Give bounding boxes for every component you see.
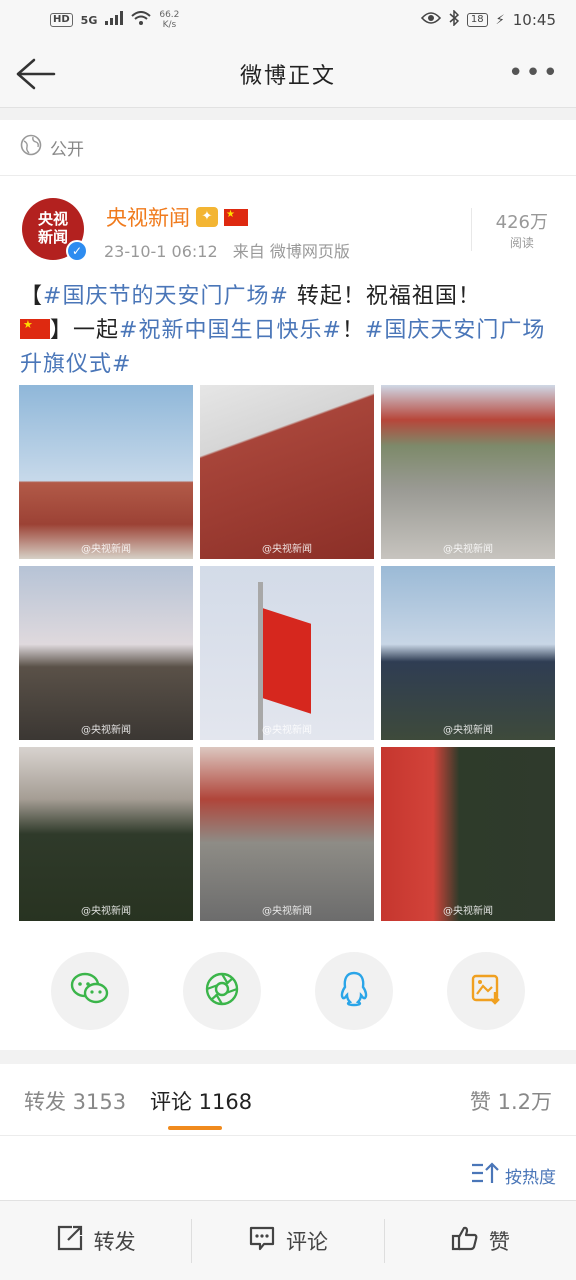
more-options-icon[interactable]: ••• [508,58,560,88]
post-image-5[interactable]: @央视新闻 [200,566,374,740]
repost-button[interactable]: 转发 [0,1219,191,1263]
share-moments-button[interactable] [183,952,261,1030]
tab-like[interactable]: 赞 1.2万 [470,1086,552,1116]
post-text: 【#国庆节的天安门广场# 转起！祝福祖国！】一起#祝新中国生日快乐#！#国庆天安… [20,280,552,382]
globe-icon [20,134,42,161]
clock: 10:45 [512,11,556,29]
share-row [0,952,576,1030]
repost-label: 转发 [93,1229,136,1254]
repost-icon [56,1224,84,1257]
bluetooth-icon [449,9,459,30]
like-label: 赞 [488,1229,510,1254]
battery-indicator: 18 [466,13,488,27]
back-arrow-icon[interactable] [14,54,58,94]
post-image-6[interactable]: @央视新闻 [381,566,555,740]
post-timestamp: 23-10-1 06:12 [104,242,218,261]
visibility-label: 公开 [50,140,84,160]
bottom-action-bar: 转发 评论 赞 [0,1200,576,1280]
comment-button[interactable]: 评论 [191,1218,383,1263]
title-bar: 微博正文 ••• [0,40,576,108]
active-tab-indicator [168,1126,222,1130]
image-watermark: @央视新闻 [81,906,131,917]
post-image-7[interactable]: @央视新闻 [19,747,193,921]
image-watermark: @央视新闻 [443,906,493,917]
sort-label: 按热度 [505,1168,556,1188]
sort-icon [471,1162,499,1189]
interaction-tabs: 转发 3153 评论 1168 赞 1.2万 [0,1064,576,1136]
image-watermark: @央视新闻 [81,544,131,555]
post-image-4[interactable]: @央视新闻 [19,566,193,740]
moments-icon [204,971,240,1011]
tab-repost[interactable]: 转发 3153 [24,1086,126,1116]
hd-indicator: HD [50,13,73,27]
net-speed: 66.2 K/s [159,10,179,30]
post-image-1[interactable]: @央视新闻 [19,385,193,559]
read-count-value: 426万 [495,212,548,233]
image-watermark: @央视新闻 [443,725,493,736]
image-watermark: @央视新闻 [262,725,312,736]
post-text-part2: ！ [341,318,365,343]
author-name-text: 央视新闻 [106,206,190,230]
image-watermark: @央视新闻 [262,544,312,555]
signal-icon [105,11,124,29]
china-flag-icon [224,208,248,226]
post-source: 来自 微博网页版 [232,242,350,261]
bracket-open: 【 [20,284,44,309]
post-image-9[interactable]: @央视新闻 [381,747,555,921]
visibility-row: 公开 [0,120,576,176]
medal-icon: ✦ [196,207,218,227]
post-text-part1: 转起！祝福祖国！ [288,284,481,309]
image-watermark: @央视新闻 [81,725,131,736]
charging-icon: ⚡ [495,12,505,28]
image-watermark: @央视新闻 [443,544,493,555]
avatar[interactable]: 央视 新闻 ✓ [22,198,88,262]
post-image-2[interactable]: @央视新闻 [200,385,374,559]
topic-link-national-day-tiananmen[interactable]: #国庆节的天安门广场# [43,284,289,309]
comment-icon [248,1224,276,1257]
image-watermark: @央视新闻 [262,906,312,917]
post-meta: 23-10-1 06:12 来自 微博网页版 [104,238,350,262]
read-count-label: 阅读 [509,236,534,250]
section-divider [0,108,576,120]
image-grid: @央视新闻 @央视新闻 @央视新闻 @央视新闻 @央视新闻 @央视新闻 @央视新… [19,385,557,923]
status-bar: HD 5G 66.2 K/s 18 ⚡ 10:45 [0,0,576,40]
net-speed-value: 66.2 [159,10,180,20]
share-wechat-button[interactable] [51,952,129,1030]
topic-link-happy-birthday[interactable]: #祝新中国生日快乐# [119,318,342,343]
thumbs-up-icon [451,1224,479,1257]
save-image-icon [469,972,503,1010]
wechat-icon [70,972,110,1010]
tab-comment[interactable]: 评论 1168 [150,1086,252,1116]
qq-icon [338,970,370,1012]
author-name[interactable]: 央视新闻 ✦ [106,202,248,232]
share-qq-button[interactable] [315,952,393,1030]
eye-icon [420,11,441,29]
wifi-icon [131,11,152,29]
verified-badge-icon: ✓ [66,240,88,262]
post-text-close: 】一起 [50,318,120,343]
section-divider [0,1050,576,1064]
china-flag-emoji-icon [20,319,50,339]
red-flag [263,608,311,714]
post-image-3[interactable]: @央视新闻 [381,385,555,559]
network-indicator: 5G [80,13,98,27]
page-title: 微博正文 [239,63,336,89]
post-image-8[interactable]: @央视新闻 [200,747,374,921]
read-count: 426万 阅读 [470,208,548,251]
net-speed-unit: K/s [162,20,177,30]
post-header: 央视 新闻 ✓ 央视新闻 ✦ 23-10-1 06:12 来自 微博网页版 42… [20,196,560,268]
comment-label: 评论 [285,1229,328,1254]
sort-toggle[interactable]: 按热度 [471,1162,556,1189]
save-image-button[interactable] [447,952,525,1030]
like-button[interactable]: 赞 [383,1218,576,1263]
avatar-text-line1: 央视 [37,210,68,228]
